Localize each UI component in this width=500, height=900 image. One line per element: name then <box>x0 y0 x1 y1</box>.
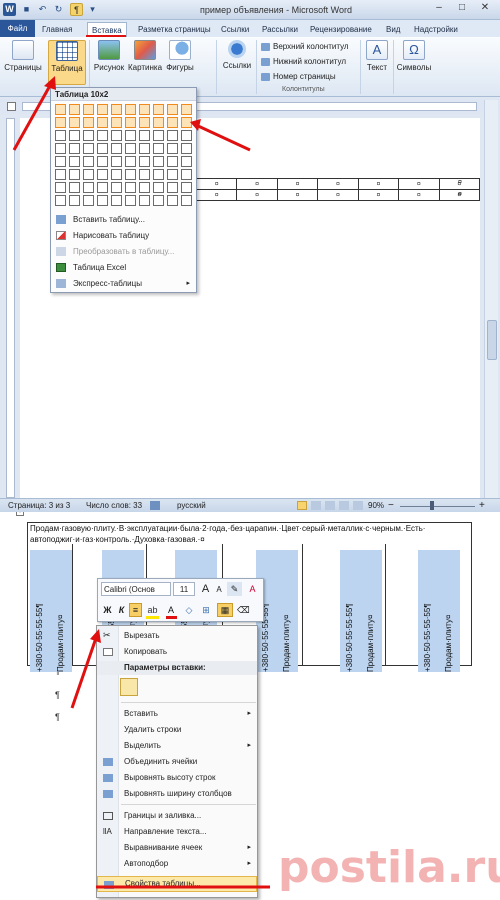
full-screen-view-icon[interactable] <box>311 501 321 510</box>
status-bar: Страница: 3 из 3 Число слов: 33 русский … <box>0 498 500 512</box>
table-grid-cell[interactable] <box>139 182 150 193</box>
table-grid-cell[interactable] <box>139 195 150 206</box>
table-cell[interactable]: ¤ <box>317 178 359 190</box>
table-cell[interactable]: ¤ <box>195 178 238 190</box>
excel-icon <box>56 263 66 272</box>
table-cell[interactable]: ¤ <box>236 178 278 190</box>
draw-table-label: Нарисовать таблицу <box>73 231 150 240</box>
quick-tables-icon <box>56 279 66 288</box>
table-grid-cell[interactable] <box>153 182 164 193</box>
insert-table-label: Вставить таблицу... <box>73 215 145 224</box>
table-cell[interactable]: ¤ <box>357 189 400 201</box>
word-count[interactable]: Число слов: 33 <box>86 499 142 512</box>
red-arrow-to-grid <box>195 123 251 152</box>
table-grid-cell[interactable] <box>167 182 178 193</box>
word-window-bottom: + Продам·газовую·плиту.·В·эксплуатации·б… <box>0 512 500 900</box>
table-grid-cell[interactable] <box>167 169 178 180</box>
table-grid-cell[interactable] <box>97 195 108 206</box>
convert-to-table-label: Преобразовать в таблицу... <box>73 247 175 256</box>
table-grid-cell[interactable] <box>125 195 136 206</box>
draft-view-icon[interactable] <box>353 501 363 510</box>
pencil-icon <box>56 231 66 240</box>
submenu-arrow-icon: ▸ <box>186 280 190 287</box>
table-cell[interactable]: ¤ <box>236 189 278 201</box>
convert-to-table-item[interactable]: Преобразовать в таблицу... <box>51 244 196 259</box>
proofing-icon[interactable] <box>150 501 160 510</box>
table-cell[interactable]: ¤ <box>398 178 440 190</box>
table-grid-cell[interactable] <box>69 182 80 193</box>
table-grid-cell[interactable] <box>181 169 192 180</box>
red-arrowhead-to-table <box>44 76 56 90</box>
table-grid-cell[interactable] <box>97 169 108 180</box>
table-cell[interactable]: ¤ <box>317 189 359 201</box>
zoom-level[interactable]: 90% <box>368 499 384 512</box>
table-grid-cell[interactable] <box>125 182 136 193</box>
zoom-slider-thumb[interactable] <box>430 501 434 510</box>
table-grid-cell[interactable] <box>55 195 66 206</box>
table-grid-cell[interactable] <box>55 182 66 193</box>
table-grid-cell[interactable] <box>167 195 178 206</box>
table-cell[interactable]: ¤ <box>195 189 238 201</box>
quick-tables-item[interactable]: Экспресс-таблицы ▸ <box>51 276 196 291</box>
table-grid-cell[interactable] <box>139 169 150 180</box>
table-grid-cell[interactable] <box>111 182 122 193</box>
table-grid-cell[interactable] <box>111 169 122 180</box>
red-arrowhead-to-cut <box>90 629 101 643</box>
insert-table-icon <box>56 215 66 224</box>
excel-table-label: Таблица Excel <box>73 263 127 272</box>
table-grid-cell[interactable] <box>55 169 66 180</box>
table-cell[interactable]: ¤ <box>357 178 400 190</box>
table-cell[interactable]: ¤ <box>276 189 319 201</box>
quick-tables-label: Экспресс-таблицы <box>73 279 142 288</box>
insert-table-item[interactable]: Вставить таблицу... <box>51 212 196 227</box>
print-layout-view-icon[interactable] <box>297 501 307 510</box>
table-grid-cell[interactable] <box>83 169 94 180</box>
red-arrow-to-table <box>12 81 54 151</box>
scrollbar-thumb[interactable] <box>487 320 497 360</box>
table-grid-cell[interactable] <box>111 195 122 206</box>
table-grid-cell[interactable] <box>97 182 108 193</box>
table-cell[interactable]: ¤ <box>276 178 319 190</box>
outline-view-icon[interactable] <box>339 501 349 510</box>
table-grid-cell[interactable] <box>181 195 192 206</box>
table-grid-cell[interactable] <box>83 182 94 193</box>
table-grid-cell[interactable] <box>125 169 136 180</box>
language[interactable]: русский <box>177 499 206 512</box>
convert-table-icon <box>56 247 66 256</box>
excel-table-item[interactable]: Таблица Excel <box>51 260 196 275</box>
table-grid-cell[interactable] <box>181 182 192 193</box>
zoom-slider[interactable] <box>400 506 475 507</box>
row-end-mark: ¤ <box>458 179 462 186</box>
page-count[interactable]: Страница: 3 из 3 <box>8 499 70 512</box>
table-grid-cell[interactable] <box>69 195 80 206</box>
table-cell[interactable]: ¤ <box>398 189 440 201</box>
annotation-arrows-bottom <box>70 629 270 889</box>
vertical-ruler[interactable] <box>6 118 15 498</box>
table-grid-cell[interactable] <box>153 195 164 206</box>
doc-table[interactable]: ¤ ¤ ¤ ¤ ¤ ¤ ¤ ¤ ¤ ¤ ¤ ¤ ¤ ¤ <box>195 178 481 201</box>
draw-table-item[interactable]: Нарисовать таблицу <box>51 228 196 243</box>
row-end-mark: ¤ <box>458 191 462 198</box>
red-arrow-to-cut <box>70 637 98 709</box>
red-arrowhead-to-grid <box>190 119 201 131</box>
zoom-out-icon[interactable]: − <box>388 499 394 512</box>
table-grid-cell[interactable] <box>69 169 80 180</box>
table-grid-cell[interactable] <box>83 195 94 206</box>
word-window-top: W ■ ↶ ↻ ¶ ▾ пример объявления - Microsof… <box>0 0 500 512</box>
web-view-icon[interactable] <box>325 501 335 510</box>
table-grid-cell[interactable] <box>153 169 164 180</box>
annotation-arrows-top <box>12 76 251 152</box>
zoom-in-icon[interactable]: + <box>479 499 485 512</box>
